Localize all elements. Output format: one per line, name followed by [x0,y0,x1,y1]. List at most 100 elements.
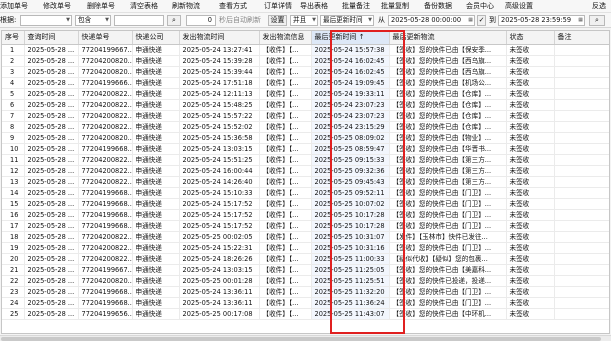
settings-button[interactable]: 设置 [268,15,287,26]
cell-sent-info: 【收件】【... [259,66,312,78]
table-row[interactable]: 14 2025-05-28 ... 77204199668... 申通快递 2025-0… [2,187,609,199]
table-row[interactable]: 25 2025-05-28 ... 77204199656... 申通快递 2025-0… [2,308,609,320]
cell-last-logistics: 【签收】您的快件已由【西乌旗... [389,55,507,67]
table-row[interactable]: 18 2025-05-28 ... 77204200822... 申通快递 2025-0… [2,231,609,243]
search-input[interactable] [114,15,164,26]
cell-note [554,176,609,188]
cell-sent-time: 2025-05-24 18:26:26 [179,253,260,265]
clear-table-button[interactable]: 清空表格 [130,1,158,12]
cell-status: 未签收 [506,308,555,320]
table-row[interactable]: 5 2025-05-28 ... 77204200822... 申通快递 2025-05… [2,88,609,100]
cell-sent-time: 2025-05-24 13:36:11 [179,297,260,309]
cell-sent-info: 【收件】【... [259,77,312,89]
cell-query-time: 2025-05-28 ... [24,132,79,144]
cell-sent-info: 【收件】【... [259,220,312,232]
cell-note [554,231,609,243]
cell-index: 4 [2,77,25,89]
column-header-last-logistics[interactable]: 最后更新物流 [389,31,507,45]
cell-status: 未签收 [506,165,555,177]
batch-note-button[interactable]: 批量备注 [342,1,370,12]
table-row[interactable]: 11 2025-05-28 ... 77204200822... 申通快递 2025-0… [2,154,609,166]
cell-index: 24 [2,297,25,309]
table-row[interactable]: 21 2025-05-28 ... 77204199667... 申通快递 2025-0… [2,264,609,276]
cell-index: 15 [2,198,25,210]
cell-tracking-number: 77204199668... [78,286,133,298]
table-row[interactable]: 19 2025-05-28 ... 77204200822... 申通快递 2025-0… [2,242,609,254]
from-date-confirm-button[interactable]: ✓ [477,15,486,26]
column-header-last-updated[interactable]: 最后更新时间 ↑ [311,31,390,45]
advanced-settings-button[interactable]: 高级设置 [505,1,533,12]
table-row[interactable]: 20 2025-05-28 ... 77204200822... 申通快递 2025-0… [2,253,609,265]
add-tracking-button[interactable]: 添加单号 [0,1,28,12]
table-row[interactable]: 22 2025-05-28 ... 77204200820... 申通快递 2025-0… [2,275,609,287]
to-datetime-picker[interactable]: 2025-05-28 23:59:59 ▦ [498,15,585,26]
cell-last-updated: 2025-05-25 09:52:11 [311,187,390,199]
search-button[interactable]: ⌕ [167,15,181,26]
horizontal-scrollbar[interactable] [0,335,611,341]
order-details-button[interactable]: 订单详情 [264,1,292,12]
member-center-button[interactable]: 会员中心 [466,1,494,12]
cell-sent-time: 2025-05-24 15:10:33 [179,187,260,199]
table-row[interactable]: 3 2025-05-28 ... 77204200820... 申通快递 2025-05… [2,66,609,78]
table-row[interactable]: 4 2025-05-28 ... 77204199666... 申通快递 2025-05… [2,77,609,89]
refresh-interval-input[interactable]: 0 [186,15,216,26]
table-row[interactable]: 7 2025-05-28 ... 77204200822... 申通快递 2025-05… [2,110,609,122]
view-mode-button[interactable]: 查看方式 [219,1,247,12]
table-row[interactable]: 24 2025-05-28 ... 77204199668... 申通快递 2025-0… [2,297,609,309]
backup-data-button[interactable]: 备份数据 [424,1,452,12]
cell-status: 未签收 [506,176,555,188]
cell-status: 未签收 [506,121,555,133]
tracking-table[interactable]: 序号 查询时间 快递单号 快递公司 发出物流时间 发出物流信息 最后更新时间 ↑… [1,30,610,334]
cell-sent-info: 【收件】【... [259,297,312,309]
cell-status: 未签收 [506,66,555,78]
cell-courier: 申通快递 [132,88,180,100]
batch-copy-button[interactable]: 批量复制 [381,1,409,12]
cell-tracking-number: 77204199668... [78,297,133,309]
filter-match-select[interactable]: 包含 ▼ [75,15,111,26]
cell-sent-info: 【收件】【... [259,88,312,100]
scrollbar-thumb[interactable] [1,337,601,341]
column-header-query-time[interactable]: 查询时间 [24,31,79,45]
cell-tracking-number: 77204199666... [78,77,133,89]
column-header-tracking-number[interactable]: 快递单号 [78,31,133,45]
cell-tracking-number: 77204200822... [78,154,133,166]
search-button-2[interactable]: ⌕ [589,15,605,26]
filter-field-select[interactable]: ▼ [20,15,72,26]
export-table-button[interactable]: 导出表格 [300,1,328,12]
cell-tracking-number: 77204199656... [78,308,133,320]
time-field-select[interactable]: 最后更新时间 ▼ [320,15,374,26]
cell-sent-info: 【收件】【... [259,55,312,67]
refresh-logistics-button[interactable]: 刷新物流 [172,1,200,12]
condition-select[interactable]: 并且 ▼ [290,15,318,26]
column-header-status[interactable]: 状态 [506,31,555,45]
table-row[interactable]: 6 2025-05-28 ... 77204200822... 申通快递 2025-05… [2,99,609,111]
cell-last-updated: 2025-05-25 08:09:02 [311,132,390,144]
edit-tracking-button[interactable]: 修改单号 [43,1,71,12]
column-header-note[interactable]: 备注 [554,31,609,45]
column-header-courier[interactable]: 快递公司 [132,31,180,45]
table-row[interactable]: 1 2025-05-28 ... 77204199667... 申通快递 2025-05… [2,44,609,56]
cell-last-updated: 2025-05-25 09:45:43 [311,176,390,188]
table-row[interactable]: 12 2025-05-28 ... 77204200822... 申通快递 2025-0… [2,165,609,177]
table-row[interactable]: 9 2025-05-28 ... 77204200820... 申通快递 2025-05… [2,132,609,144]
from-datetime-picker[interactable]: 2025-05-28 00:00:00 ▦ [388,15,475,26]
column-header-sent-time[interactable]: 发出物流时间 [179,31,260,45]
table-row[interactable]: 8 2025-05-28 ... 77204200822... 申通快递 2025-05… [2,121,609,133]
table-row[interactable]: 16 2025-05-28 ... 77204199668... 申通快递 2025-0… [2,209,609,221]
cell-courier: 申通快递 [132,231,180,243]
cell-courier: 申通快递 [132,286,180,298]
column-header-index[interactable]: 序号 [2,31,25,45]
table-row[interactable]: 17 2025-05-28 ... 77204199668... 申通快递 2025-0… [2,220,609,232]
table-row[interactable]: 2 2025-05-28 ... 77204200820... 申通快递 2025-05… [2,55,609,67]
cell-query-time: 2025-05-28 ... [24,99,79,111]
invert-selection-button[interactable]: 反选 [592,1,606,12]
table-row[interactable]: 15 2025-05-28 ... 77204199668... 申通快递 2025-0… [2,198,609,210]
cell-last-updated: 2025-05-24 15:57:38 [311,44,390,56]
table-row[interactable]: 13 2025-05-28 ... 77204200822... 申通快递 2025-0… [2,176,609,188]
cell-last-updated: 2025-05-25 10:07:02 [311,198,390,210]
table-header: 序号 查询时间 快递单号 快递公司 发出物流时间 发出物流信息 最后更新时间 ↑… [2,31,609,45]
table-row[interactable]: 23 2025-05-28 ... 77204199668... 申通快递 2025-0… [2,286,609,298]
column-header-sent-info[interactable]: 发出物流信息 [259,31,312,45]
table-row[interactable]: 10 2025-05-28 ... 77204199668... 申通快递 2025-0… [2,143,609,155]
delete-tracking-button[interactable]: 删除单号 [87,1,115,12]
